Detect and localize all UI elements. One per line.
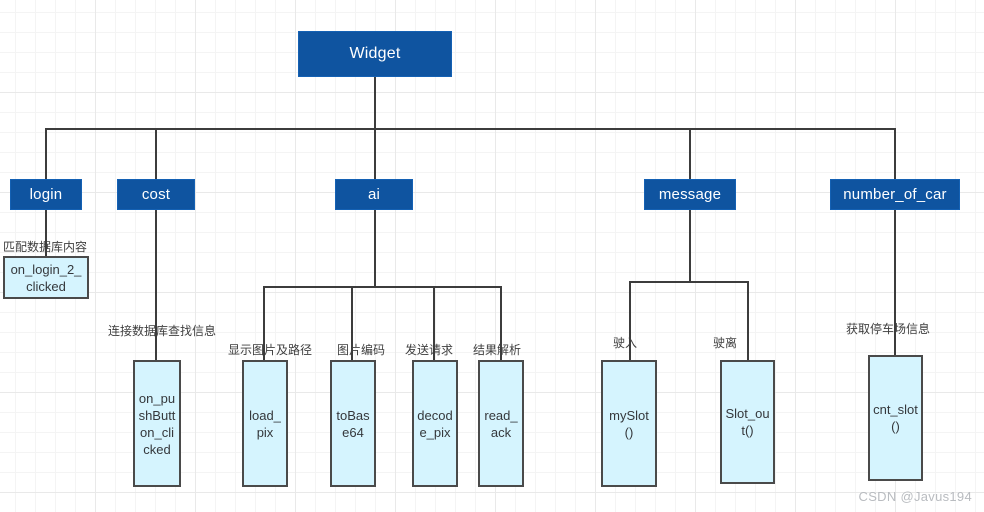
node-ai[interactable]: ai [335,179,413,210]
edge-label-message-2: 驶离 [713,336,738,350]
connector-ai-bus [263,286,502,288]
connector-message-stem [689,210,691,283]
edge-label-number-of-car: 获取停车场信息 [846,322,931,336]
connector-main-bus [45,128,895,130]
watermark: CSDN @Javus194 [858,489,972,504]
node-message-label: message [658,186,722,203]
leaf-on-pushbutton-clicked-label: on_pushButton_clicked [138,390,176,457]
edge-label-ai-4: 结果解析 [473,343,522,357]
connector-drop-cost [155,128,157,179]
leaf-tobase64-label: toBase64 [336,407,370,440]
leaf-slot-out-label: Slot_out() [725,406,770,438]
connector-message-bus [629,281,749,283]
edge-label-ai-3: 发送请求 [405,343,454,357]
node-login-label: login [29,186,63,203]
edge-label-ai-1: 显示图片及路径 [228,343,313,357]
node-number-of-car-label: number_of_car [843,186,947,203]
leaf-myslot-label: mySlot() [609,407,649,440]
connector-drop-ai [374,128,376,179]
node-number-of-car[interactable]: number_of_car [830,179,960,210]
leaf-tobase64[interactable]: toBase64 [330,360,376,487]
node-message[interactable]: message [644,179,736,210]
leaf-decode-pix[interactable]: decode_pix [412,360,458,487]
leaf-load-pix-label: load_pix [249,407,281,440]
edge-label-ai-2: 图片编码 [337,343,386,357]
connector-ai-stem [374,210,376,288]
leaf-myslot[interactable]: mySlot() [601,360,657,487]
edge-label-cost: 连接数据库查找信息 [108,324,217,338]
edge-label-login: 匹配数据库内容 [3,240,88,254]
leaf-cnt-slot-label: cnt_slot() [873,402,918,434]
leaf-read-ack[interactable]: read_ack [478,360,524,487]
leaf-slot-out[interactable]: Slot_out() [720,360,775,484]
connector-root-stem [374,77,376,128]
connector-drop-message [689,128,691,179]
node-widget[interactable]: Widget [298,31,452,77]
node-login[interactable]: login [10,179,82,210]
node-ai-label: ai [367,186,381,203]
connector-number-of-car-to-leaf [894,210,896,360]
node-cost-label: cost [141,186,171,203]
connector-message-drop-2 [747,281,749,360]
edge-label-message-1: 驶入 [613,336,638,350]
leaf-read-ack-label: read_ack [484,407,518,440]
connector-drop-login [45,128,47,179]
leaf-on-login-2-clicked[interactable]: on_login_2_clicked [3,256,89,299]
leaf-load-pix[interactable]: load_pix [242,360,288,487]
leaf-on-pushbutton-clicked[interactable]: on_pushButton_clicked [133,360,181,487]
connector-drop-number-of-car [894,128,896,179]
node-cost[interactable]: cost [117,179,195,210]
leaf-decode-pix-label: decode_pix [417,407,453,440]
diagram-canvas: Widget login cost ai message number_of_c… [0,0,984,512]
node-widget-label: Widget [349,45,401,62]
leaf-cnt-slot[interactable]: cnt_slot() [868,355,923,481]
leaf-on-login-2-clicked-label: on_login_2_clicked [10,261,82,294]
